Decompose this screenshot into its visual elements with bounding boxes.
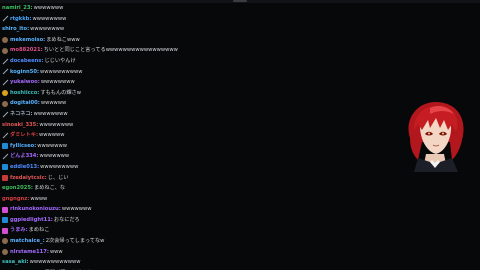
face-badge-icon: [2, 47, 8, 54]
face-badge-icon: [2, 37, 8, 44]
chat-text: wwwwwww: [39, 153, 70, 160]
chat-message: うまみ: まめねこ: [2, 225, 332, 236]
sword-badge-icon: [2, 58, 8, 64]
chat-message: dogitai00: wwwwww: [2, 98, 332, 109]
chat-text: wwwwww: [40, 100, 67, 107]
face-badge-icon: [2, 100, 8, 107]
chat-message: eddie013: wwwwwwwww: [2, 162, 332, 173]
chat-message: docabeens: じじいやんけ: [2, 56, 332, 67]
chat-username[interactable]: matchaice_:: [10, 236, 45, 247]
chat-message: rtgkkb: wwwwwwww: [2, 14, 332, 25]
sword-badge-icon: [2, 69, 8, 75]
chat-text: おなにだろ: [53, 216, 80, 223]
chat-text: まめねこ: [28, 227, 50, 234]
chat-username[interactable]: うまみ:: [10, 225, 28, 236]
chat-username[interactable]: fzedaiytcsic:: [10, 173, 47, 184]
drag-handle[interactable]: [233, 0, 247, 2]
chat-text: wwwwwww: [37, 142, 67, 149]
chat-message: mo882021: ちいとと同じこと言ってるwwwwwwwwwwwwwwwww: [2, 45, 332, 56]
chat-message: ダミレトキ: wwwwww: [2, 130, 332, 141]
vip-badge-icon: [2, 206, 8, 213]
chat-username[interactable]: gngngnz:: [2, 194, 29, 205]
face-badge-icon: [2, 248, 8, 255]
chat-username[interactable]: sinoaki_335:: [2, 120, 38, 131]
vip-badge-icon: [2, 227, 8, 234]
chat-text: wwwwwww: [33, 5, 64, 11]
chat-username[interactable]: fyllicseo:: [10, 141, 36, 152]
chat-message: egon2025: まめねこ、な: [2, 183, 332, 194]
chat-message: yukaiwoo: wwwwwwww: [2, 77, 332, 88]
sword-badge-icon: [2, 111, 8, 117]
chat-text: まめねこwww: [46, 36, 80, 43]
chat-username[interactable]: shiro_ito:: [2, 24, 29, 35]
chat-text: wwwwwwww: [32, 15, 67, 22]
chat-text: じじいやんけ: [44, 57, 76, 64]
chat-text: wwwwwwwww: [40, 163, 79, 170]
chat-username[interactable]: egon2025:: [2, 183, 33, 194]
chat-username[interactable]: mo882021:: [10, 45, 43, 56]
chat-text: wwwwwwwwww: [40, 68, 83, 75]
chat-username[interactable]: docabeens:: [10, 56, 43, 67]
chat-text: すももんの輝さw: [40, 89, 81, 96]
chat-message: rinkunokoniouzu: wwwwwww: [2, 204, 332, 215]
chat-text: ちいとと同じこと言ってるwwwwwwwwwwwwwwwww: [43, 47, 178, 54]
chat-message: nlrstame117: www: [2, 247, 332, 258]
chat-message: mekemoiso: まめねこwww: [2, 35, 332, 46]
chat-message: shiro_ito: wwwwwwww: [2, 24, 332, 35]
chat-text: wwwwwwwwwwww: [29, 259, 81, 266]
chat-username[interactable]: nlrstame117:: [10, 247, 49, 258]
chat-message: fyllicseo: wwwwwww: [2, 141, 332, 152]
chat-text: 2次会帰ってしまってなw: [45, 238, 105, 245]
streamer-avatar-icon: [400, 98, 470, 172]
chat-message: hoshiicco: すももんの輝さw: [2, 88, 332, 99]
chat-log[interactable]: namiri_23: wwwwwww rtgkkb: wwwwwwww shiro_it…: [2, 3, 332, 270]
chat-username[interactable]: rtgkkb:: [10, 14, 31, 25]
sword-badge-icon: [2, 79, 8, 85]
chat-message: namiri_23: wwwwwww: [2, 3, 332, 14]
chat-message: gngngnz: wwww: [2, 194, 332, 205]
chat-message: sasa_aki: wwwwwwwwwwww: [2, 257, 332, 268]
chat-message: どんよ334: wwwwwww: [2, 151, 332, 162]
cam-badge-icon: [2, 164, 8, 171]
chat-text: www: [49, 248, 63, 255]
chat-message: koginn50: wwwwwwwwww: [2, 67, 332, 78]
chat-message: sinoaki_335: wwwwwwww: [2, 120, 332, 131]
chat-text: wwwwwwww: [40, 79, 75, 86]
chat-text: まめねこ、な: [34, 185, 66, 192]
chat-username[interactable]: ggpiedlight11:: [10, 215, 53, 226]
chat-text: wwww: [30, 195, 48, 202]
chat-username[interactable]: ネコネコ:: [10, 109, 33, 120]
chat-text: wwwwwwww: [39, 121, 74, 128]
red-badge-icon: [2, 174, 8, 181]
chat-username[interactable]: koginn50:: [10, 67, 39, 78]
chat-username[interactable]: eddie013:: [10, 162, 39, 173]
chat-message: ggpiedlight11: おなにだろ: [2, 215, 332, 226]
sword-badge-icon: [2, 16, 8, 22]
cam-badge-icon: [2, 143, 8, 150]
chat-text: wwwwww: [39, 132, 65, 139]
chat-username[interactable]: mekemoiso:: [10, 35, 45, 46]
sword-badge-icon: [2, 132, 8, 138]
chat-text: じ、じい: [47, 174, 69, 181]
chat-username[interactable]: ダミレトキ:: [10, 130, 38, 141]
chat-message: ネコネコ: wwwwwwww: [2, 109, 332, 120]
chat-username[interactable]: hoshiicco:: [10, 88, 39, 99]
chat-text: wwwwwwww: [33, 110, 68, 117]
chat-message: matchaice_: 2次会帰ってしまってなw: [2, 236, 332, 247]
chat-username[interactable]: どんよ334:: [10, 151, 38, 162]
star-badge-icon: [2, 90, 8, 97]
chat-username[interactable]: namiri_23:: [2, 3, 33, 14]
sword-badge-icon: [2, 154, 8, 160]
cam-badge-icon: [2, 217, 8, 224]
chat-username[interactable]: sasa_aki:: [2, 257, 29, 268]
face-badge-icon: [2, 238, 8, 245]
chat-username[interactable]: dogitai00:: [10, 98, 40, 109]
chat-text: wwwwwwww: [30, 26, 65, 33]
chat-text: wwwwwww: [61, 206, 92, 213]
chat-username[interactable]: rinkunokoniouzu:: [10, 204, 61, 215]
chat-username[interactable]: yukaiwoo:: [10, 77, 40, 88]
chat-message: fzedaiytcsic: じ、じい: [2, 173, 332, 184]
